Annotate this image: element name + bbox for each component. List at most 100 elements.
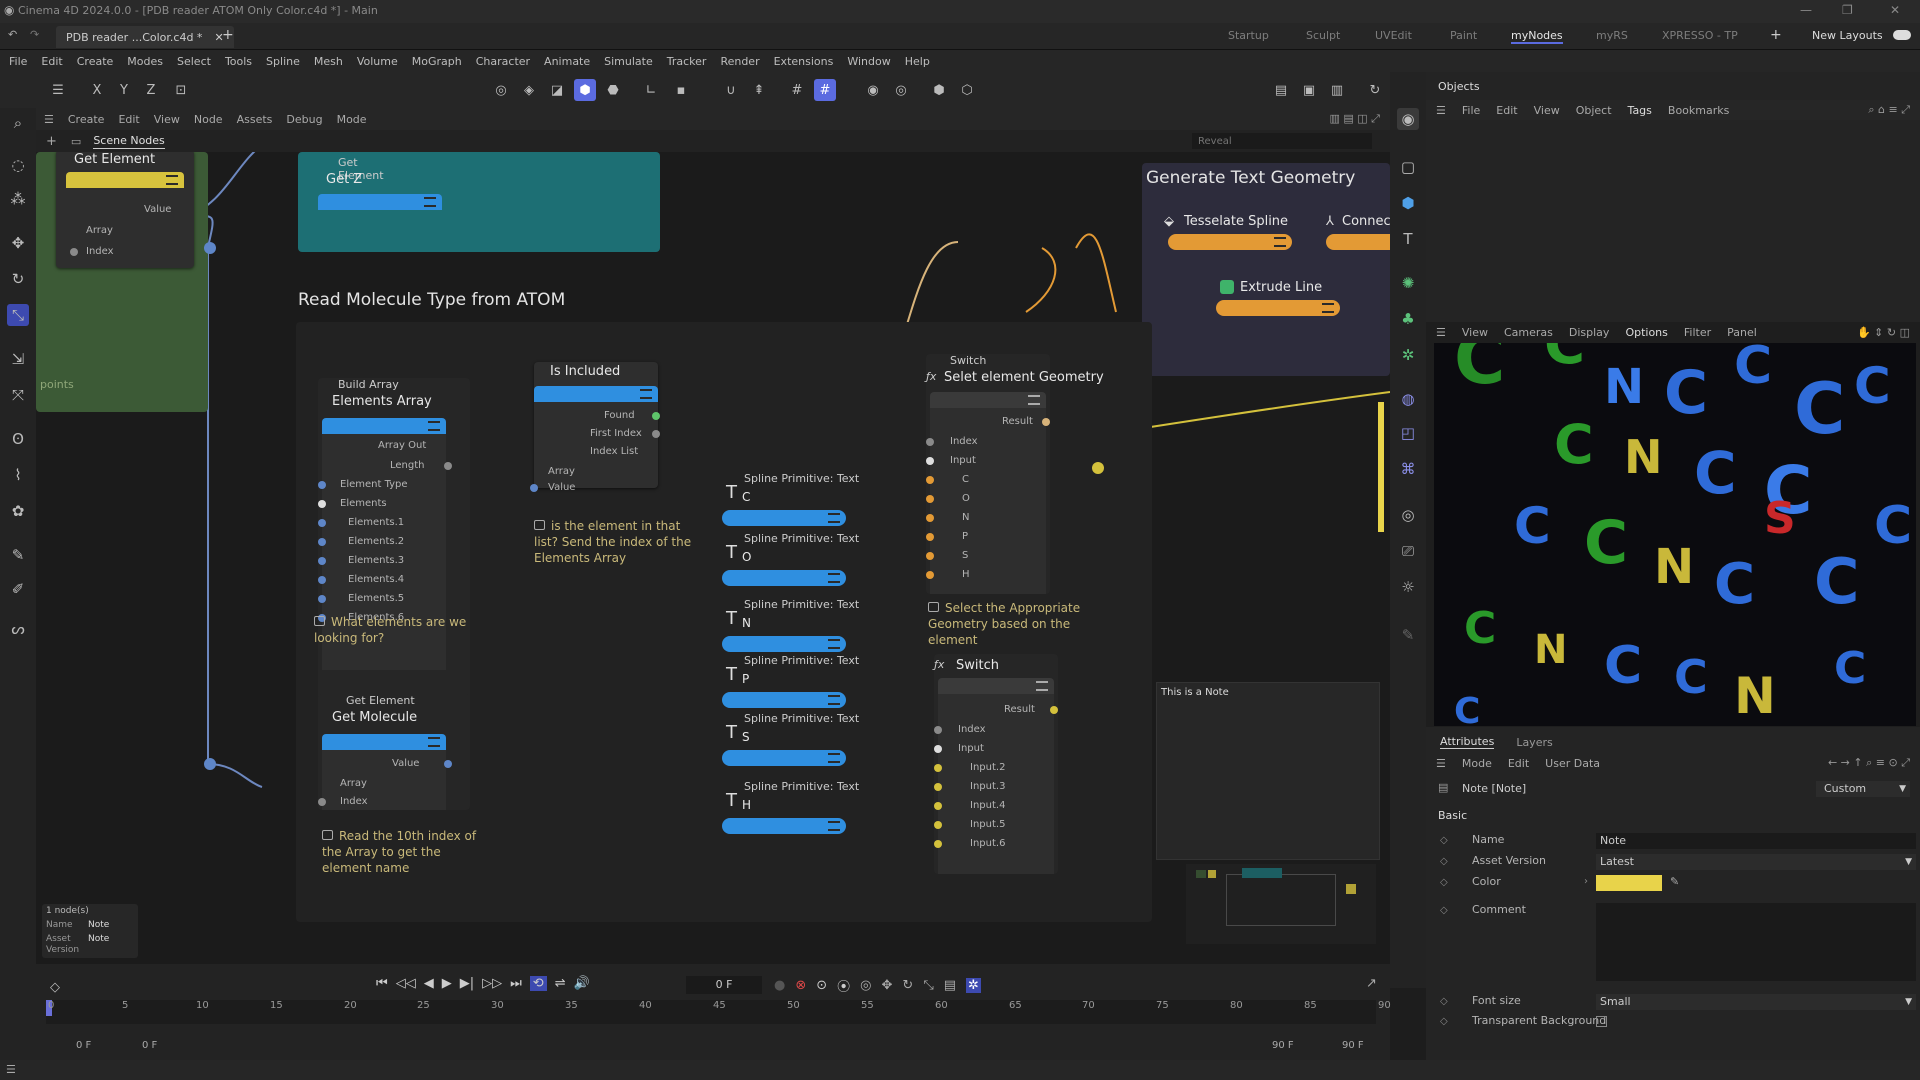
objects-tool-icons[interactable]: ⌕ ⌂ ≡ ⤢: [1868, 103, 1910, 117]
keyframe-icon[interactable]: ◇: [1440, 856, 1448, 867]
node-menu-icon[interactable]: [428, 737, 440, 747]
shield-icon[interactable]: ⬡: [956, 79, 978, 101]
camera-icon[interactable]: ◉: [1397, 108, 1419, 130]
node-menu-assets[interactable]: Assets: [237, 113, 273, 126]
select-icon[interactable]: ⁂: [7, 188, 29, 210]
axis-mode-icon[interactable]: ∟: [640, 79, 662, 101]
port-dot[interactable]: [318, 519, 326, 527]
node-menu-icon[interactable]: [428, 421, 440, 431]
port-dot[interactable]: [318, 557, 326, 565]
node-menu-icon[interactable]: [828, 573, 840, 583]
port-dot[interactable]: [70, 248, 78, 256]
chevron-right-icon[interactable]: ›: [1584, 876, 1588, 887]
port-dot[interactable]: [926, 457, 934, 465]
keyframe-icon[interactable]: ◇: [1440, 905, 1448, 916]
knife-icon[interactable]: ⇲: [7, 348, 29, 370]
comment-is-in-list[interactable]: is the element in that list? Send the in…: [534, 518, 704, 566]
cloner-icon[interactable]: ♣: [1397, 308, 1419, 330]
port-dot[interactable]: [318, 481, 326, 489]
range-end-b[interactable]: 90 F: [1342, 1040, 1364, 1051]
folder-icon[interactable]: ▭: [71, 135, 81, 148]
render-target-icon[interactable]: ◎: [890, 79, 912, 101]
port-dot[interactable]: [444, 462, 452, 470]
next-key-icon[interactable]: ▷▷: [482, 976, 502, 991]
port-dot[interactable]: [926, 476, 934, 484]
generate-text-group[interactable]: [1142, 163, 1390, 376]
port-dot[interactable]: [1042, 418, 1050, 426]
reroute-dot[interactable]: [204, 242, 216, 254]
port-dot[interactable]: [318, 798, 326, 806]
attributes-nav-icons[interactable]: ← → ↑ ⌕ ≡ ⊙ ⤢: [1828, 756, 1910, 770]
current-frame-field[interactable]: 0 F: [686, 976, 762, 994]
environment-icon[interactable]: ◎: [1397, 504, 1419, 526]
go-to-end-icon[interactable]: ⏭: [510, 976, 522, 991]
objects-menu-tags[interactable]: Tags: [1628, 104, 1652, 117]
minimap[interactable]: [1186, 864, 1376, 944]
menu-animate[interactable]: Animate: [544, 55, 590, 68]
eyedropper-icon[interactable]: ✎: [1670, 875, 1679, 888]
menu-select[interactable]: Select: [177, 55, 211, 68]
cube-icon[interactable]: ⬢: [1397, 192, 1419, 214]
note-text[interactable]: This is a Note: [1161, 687, 1229, 698]
snap-icon[interactable]: #: [786, 79, 808, 101]
port-dot[interactable]: [934, 783, 942, 791]
viewport-menu-options[interactable]: Options: [1625, 326, 1667, 339]
magnet-icon[interactable]: ∪: [720, 79, 742, 101]
port-dot[interactable]: [530, 484, 538, 492]
layout-paint[interactable]: Paint: [1450, 29, 1477, 42]
port-dot[interactable]: [926, 514, 934, 522]
key-pla-icon[interactable]: ✲: [966, 978, 981, 993]
undo-icon[interactable]: ↶: [8, 28, 17, 41]
menu-spline[interactable]: Spline: [266, 55, 300, 68]
menu-create[interactable]: Create: [77, 55, 114, 68]
port-dot[interactable]: [934, 821, 942, 829]
layout-xpresso-tp[interactable]: XPRESSO - TP: [1662, 29, 1738, 42]
tab-attributes[interactable]: Attributes: [1440, 735, 1495, 749]
prev-frame-icon[interactable]: ◀: [424, 976, 434, 991]
viewport-menu-view[interactable]: View: [1462, 326, 1488, 339]
field-icon[interactable]: ◰: [1397, 422, 1419, 444]
menu-window[interactable]: Window: [847, 55, 890, 68]
node-menu-icon[interactable]: [828, 821, 840, 831]
attr-name-input[interactable]: Note: [1596, 833, 1916, 849]
minimize-icon[interactable]: —: [1800, 3, 1812, 17]
port-dot[interactable]: [1050, 706, 1058, 714]
attributes-menu-edit[interactable]: Edit: [1508, 757, 1529, 770]
play-icon[interactable]: ▶: [442, 976, 452, 991]
node-canvas[interactable]: Generate Text Geometry Read Molecule Typ…: [36, 152, 1390, 964]
node-menu-icon[interactable]: [828, 695, 840, 705]
viewport-menu-filter[interactable]: Filter: [1684, 326, 1711, 339]
layout-startup[interactable]: Startup: [1228, 29, 1269, 42]
keyframe-icon[interactable]: ◇: [1440, 1016, 1448, 1027]
go-to-start-icon[interactable]: ⏮: [376, 976, 388, 991]
layout-mynodes[interactable]: myNodes: [1511, 29, 1563, 44]
points-mode-icon[interactable]: ◈: [518, 79, 540, 101]
objects-menu-edit[interactable]: Edit: [1496, 104, 1517, 117]
cube-outline-icon[interactable]: ▢: [1397, 156, 1419, 178]
node-menu-create[interactable]: Create: [68, 113, 105, 126]
port-dot[interactable]: [652, 430, 660, 438]
port-dot[interactable]: [318, 595, 326, 603]
polygons-mode-icon[interactable]: ⬢: [574, 79, 596, 101]
port-dot[interactable]: [318, 538, 326, 546]
key-scale-icon[interactable]: ⤡: [923, 978, 933, 993]
node-menu-node[interactable]: Node: [194, 113, 223, 126]
viewport-nav-icons[interactable]: ✋ ⇕ ↻ ◫: [1857, 326, 1910, 339]
record-icon[interactable]: ⊗: [795, 978, 806, 993]
node-menu-icon[interactable]: [1322, 303, 1334, 313]
add-layout-icon[interactable]: +: [1770, 27, 1782, 43]
node-menu-icon[interactable]: [424, 197, 436, 207]
keyframe-icon[interactable]: ◇: [1440, 835, 1448, 846]
keyframe-mode-icon[interactable]: ⦿: [837, 976, 850, 995]
layout-uvedit[interactable]: UVEdit: [1375, 29, 1412, 42]
node-menu-icon[interactable]: [828, 639, 840, 649]
grid-snap-icon[interactable]: #: [814, 79, 836, 101]
node-menu-icon[interactable]: [1036, 681, 1048, 691]
node-menu-icon[interactable]: ☰: [44, 113, 54, 126]
axis-y-toggle[interactable]: Y: [113, 79, 135, 101]
transform-icon[interactable]: ⤧: [7, 384, 29, 406]
port-dot[interactable]: [444, 760, 452, 768]
coord-system-icon[interactable]: ⊡: [170, 79, 192, 101]
scale-icon[interactable]: ⤡: [7, 304, 29, 326]
keyframe-icon[interactable]: ◇: [1440, 996, 1448, 1007]
